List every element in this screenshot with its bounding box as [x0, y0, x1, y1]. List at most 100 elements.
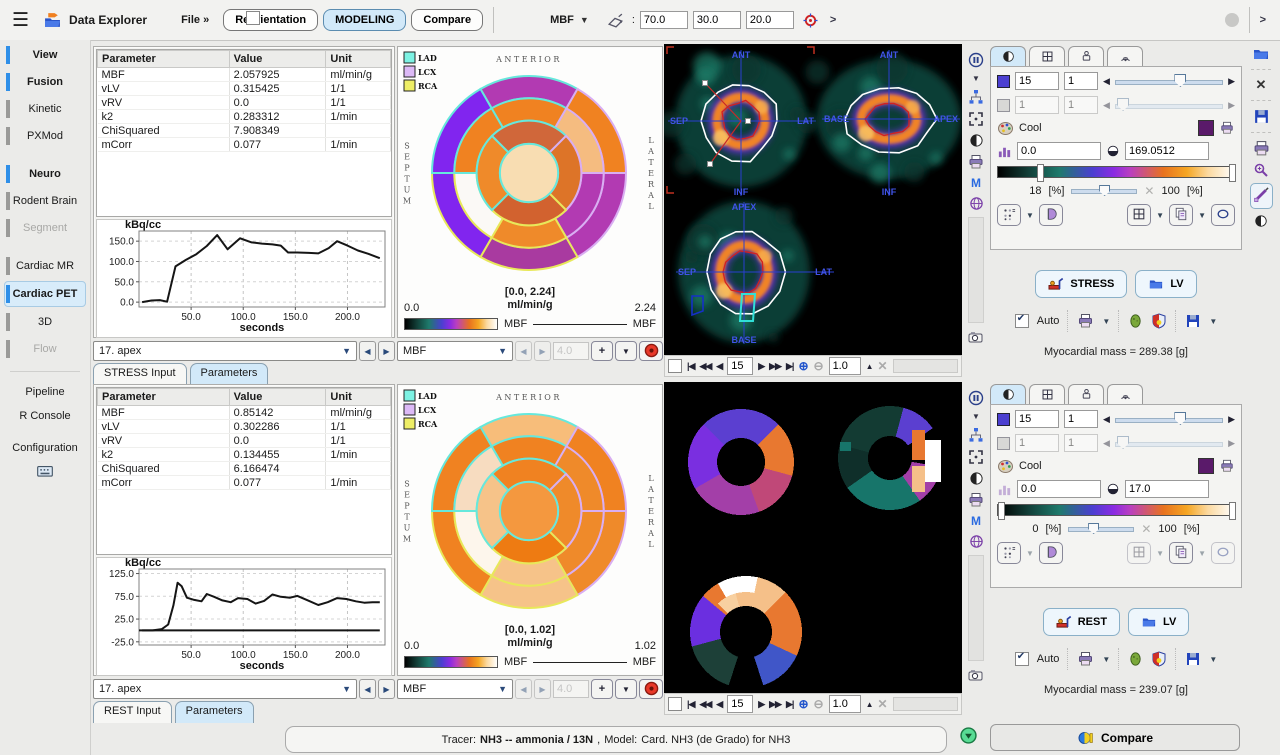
- camera-icon[interactable]: [968, 329, 984, 345]
- tab-patient-settings[interactable]: [1068, 384, 1104, 404]
- last-frame-button[interactable]: ▶|: [786, 699, 793, 710]
- tab-rest-parameters[interactable]: Parameters: [175, 701, 254, 723]
- table-row[interactable]: k20.2833121/min: [98, 110, 391, 124]
- modeling-button[interactable]: MODELING: [323, 9, 406, 31]
- dither-button[interactable]: [997, 542, 1021, 564]
- polar-next-button[interactable]: ▶: [534, 341, 551, 361]
- palette-icon[interactable]: [997, 458, 1014, 474]
- save-icon[interactable]: [1185, 651, 1201, 667]
- movie-colormap-icon[interactable]: [1219, 459, 1235, 473]
- invert-colormap-icon[interactable]: [1198, 120, 1214, 136]
- column-header[interactable]: Parameter: [98, 51, 230, 68]
- lower-handle[interactable]: [998, 502, 1005, 520]
- close-icon[interactable]: ✕: [877, 697, 887, 711]
- chevron-down-icon[interactable]: ▼: [1156, 549, 1164, 558]
- movie-mode-icon[interactable]: M: [971, 514, 981, 528]
- brain-model-icon[interactable]: [1128, 313, 1143, 329]
- stress-image-viewport[interactable]: ANTSEPLATINFANTBASEAPEXINFAPEXSEPLATBASE…: [664, 44, 962, 355]
- rest-lv-button[interactable]: LV: [1128, 608, 1189, 636]
- strip-scrollbar[interactable]: [968, 217, 984, 323]
- copy-settings-button[interactable]: [1169, 542, 1193, 564]
- fast-forward-button[interactable]: ▶▶: [769, 361, 781, 372]
- upper-handle[interactable]: [1229, 164, 1236, 182]
- column-header[interactable]: Unit: [326, 389, 391, 406]
- window-max-field[interactable]: [1125, 480, 1209, 498]
- go-button[interactable]: [960, 727, 977, 744]
- fit-view-icon[interactable]: [968, 111, 984, 127]
- rest-region-combo[interactable]: 17. apex ▼: [93, 679, 357, 699]
- column-header[interactable]: Unit: [326, 51, 391, 68]
- table-row[interactable]: ChiSquared7.908349: [98, 124, 391, 138]
- printer-icon[interactable]: [1077, 313, 1094, 329]
- sidebar-item-cardiac-pet[interactable]: Cardiac PET: [4, 281, 86, 307]
- stress-region-next-button[interactable]: ▶: [378, 341, 395, 361]
- roi-oval-button[interactable]: [1211, 204, 1235, 226]
- volume-field[interactable]: [1015, 434, 1059, 452]
- polar-add-button[interactable]: +: [591, 341, 613, 361]
- tab-signal-settings[interactable]: [1107, 384, 1143, 404]
- chevron-down-icon[interactable]: ▼: [1198, 549, 1206, 558]
- slice-slider[interactable]: [1115, 412, 1223, 426]
- sidebar-item-rodent-brain[interactable]: Rodent Brain: [5, 189, 85, 213]
- fast-forward-button[interactable]: ▶▶: [769, 699, 781, 710]
- rest-study-button[interactable]: REST: [1043, 608, 1120, 636]
- next-frame-button[interactable]: ▶: [758, 699, 764, 710]
- colormap-range-bar[interactable]: [997, 504, 1235, 516]
- layout-grid-button[interactable]: [1127, 204, 1151, 226]
- sidebar-item-configuration[interactable]: Configuration: [5, 438, 85, 458]
- strip-scrollbar[interactable]: [968, 555, 984, 661]
- data-explorer-folder-icon[interactable]: [43, 12, 62, 29]
- slice-field[interactable]: [1015, 410, 1059, 428]
- sidebar-item-r-console[interactable]: R Console: [5, 406, 85, 426]
- zoom-out-icon[interactable]: ⊖: [814, 697, 824, 711]
- shield-icon[interactable]: [1151, 651, 1167, 667]
- last-frame-button[interactable]: ▶|: [786, 361, 793, 372]
- stress-study-button[interactable]: STRESS: [1035, 270, 1127, 298]
- histogram-icon[interactable]: [997, 482, 1012, 497]
- tab-stress-parameters[interactable]: Parameters: [190, 363, 269, 385]
- checkbox[interactable]: [668, 359, 682, 373]
- chevron-down-icon[interactable]: ▼: [1209, 655, 1217, 664]
- slider-right-arrow[interactable]: ▶: [1228, 414, 1235, 425]
- split-display-button[interactable]: [1039, 542, 1063, 564]
- zoom-factor-field[interactable]: [829, 695, 861, 713]
- angle-field-2[interactable]: [693, 11, 741, 29]
- sidebar-item-pipeline[interactable]: Pipeline: [5, 382, 85, 402]
- auto-checkbox[interactable]: [1015, 652, 1029, 666]
- volume-increment-field[interactable]: [1064, 434, 1098, 452]
- chevron-down-icon[interactable]: ▼: [1209, 317, 1217, 326]
- view-mode-combo[interactable]: MBF: [550, 14, 574, 26]
- sidebar-item-neuro[interactable]: Neuro: [5, 162, 85, 186]
- upper-handle[interactable]: [1229, 502, 1236, 520]
- zoom-in-icon[interactable]: ⊕: [798, 359, 808, 373]
- chevron-down-icon[interactable]: ▼: [1026, 549, 1034, 558]
- colormap-name[interactable]: Cool: [1019, 460, 1042, 472]
- save-icon[interactable]: [1253, 108, 1270, 125]
- record-button[interactable]: [639, 341, 663, 361]
- column-header[interactable]: Parameter: [98, 389, 230, 406]
- chevron-down-icon[interactable]: ▼: [1102, 655, 1110, 664]
- window-max-field[interactable]: [1125, 142, 1209, 160]
- tab-display-settings[interactable]: [990, 46, 1026, 66]
- stress-polar-combo[interactable]: MBF ▼: [397, 341, 513, 361]
- raise-button[interactable]: ▲: [866, 700, 873, 709]
- pause-circle-icon[interactable]: [968, 390, 984, 406]
- colormap-bar[interactable]: [404, 656, 498, 668]
- printer-icon[interactable]: [968, 492, 984, 508]
- expand-toolbar-arrow[interactable]: >: [1260, 14, 1266, 26]
- polar-options-button[interactable]: ▼: [615, 679, 637, 699]
- chevron-down-icon[interactable]: ▼: [1156, 211, 1164, 220]
- sidebar-item-segment[interactable]: Segment: [5, 216, 85, 240]
- table-row[interactable]: vRV0.01/1: [98, 96, 391, 110]
- copy-settings-button[interactable]: [1169, 204, 1193, 226]
- sphere-icon[interactable]: [969, 196, 984, 211]
- rest-polar-combo[interactable]: MBF ▼: [397, 679, 513, 699]
- volume-field[interactable]: [1015, 96, 1059, 114]
- compare-button[interactable]: Compare: [990, 724, 1240, 751]
- tab-stress-input[interactable]: STRESS Input: [93, 363, 187, 385]
- table-row[interactable]: ChiSquared6.166474: [98, 462, 391, 476]
- chevron-down-icon[interactable]: ▼: [1102, 317, 1110, 326]
- table-row[interactable]: vLV0.3022861/1: [98, 420, 391, 434]
- window-min-field[interactable]: [1017, 480, 1101, 498]
- sidebar-item-3d[interactable]: 3D: [5, 310, 85, 334]
